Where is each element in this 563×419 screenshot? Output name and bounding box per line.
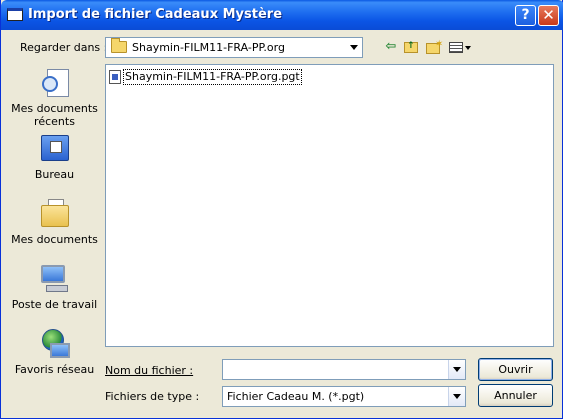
place-my-documents[interactable]: Mes documents [10, 197, 99, 246]
view-menu-icon[interactable] [448, 39, 472, 55]
place-desktop[interactable]: Bureau [10, 132, 99, 181]
file-icon [109, 70, 121, 84]
file-type-select[interactable]: Fichier Cadeau M. (*.pgt) [222, 386, 466, 407]
up-folder-icon[interactable]: ↑ [402, 39, 420, 55]
places-bar: Mes documents récents Bureau Mes documen… [10, 64, 99, 384]
recent-documents-icon [38, 66, 72, 100]
place-recent-documents[interactable]: Mes documents récents [10, 66, 99, 128]
close-button[interactable]: ✕ [538, 5, 559, 26]
place-label: Favoris réseau [14, 363, 95, 376]
place-network[interactable]: Favoris réseau [10, 327, 99, 376]
place-label: Poste de travail [11, 298, 98, 311]
chevron-down-icon [350, 45, 358, 50]
place-label: Mes documents récents [11, 102, 98, 128]
place-label: Bureau [34, 168, 75, 181]
file-name: Shaymin-FILM11-FRA-PP.org.pgt [123, 69, 302, 85]
look-in-combo[interactable]: Shaymin-FILM11-FRA-PP.org [105, 37, 363, 58]
chevron-down-icon [453, 367, 461, 372]
file-list[interactable]: Shaymin-FILM11-FRA-PP.org.pgt [105, 64, 554, 347]
back-icon[interactable]: ⇦ [382, 39, 400, 55]
file-name-label-text: Nom du fichier : [105, 364, 194, 377]
place-my-computer[interactable]: Poste de travail [10, 262, 99, 311]
my-documents-icon [38, 197, 72, 231]
window-title: Import de fichier Cadeaux Mystère [28, 7, 283, 22]
new-folder-icon[interactable]: ✶ [425, 39, 443, 55]
look-in-value: Shaymin-FILM11-FRA-PP.org [132, 41, 285, 54]
help-button[interactable]: ? [515, 5, 536, 26]
desktop-icon [38, 132, 72, 166]
open-button[interactable]: Ouvrir [478, 358, 553, 381]
file-type-label: Fichiers de type : [105, 390, 200, 403]
title-bar[interactable]: Import de fichier Cadeaux Mystère ? ✕ [1, 0, 563, 30]
chevron-down-icon [453, 394, 461, 399]
look-in-dropdown-button[interactable] [345, 38, 362, 57]
look-in-label: Regarder dans : [20, 41, 108, 54]
file-name-dropdown-button[interactable] [448, 360, 465, 379]
window-app-icon [7, 8, 23, 21]
file-name-field[interactable] [222, 359, 466, 380]
my-computer-icon [38, 262, 72, 296]
place-label: Mes documents [11, 233, 98, 246]
file-type-value: Fichier Cadeau M. (*.pgt) [227, 390, 365, 403]
network-places-icon [38, 327, 72, 361]
file-import-dialog: Import de fichier Cadeaux Mystère ? ✕ Re… [0, 0, 563, 419]
file-type-dropdown-button[interactable] [448, 387, 465, 406]
folder-icon [111, 38, 127, 53]
cancel-button[interactable]: Annuler [478, 384, 553, 407]
file-name-label: Nom du fichier : [105, 364, 193, 377]
